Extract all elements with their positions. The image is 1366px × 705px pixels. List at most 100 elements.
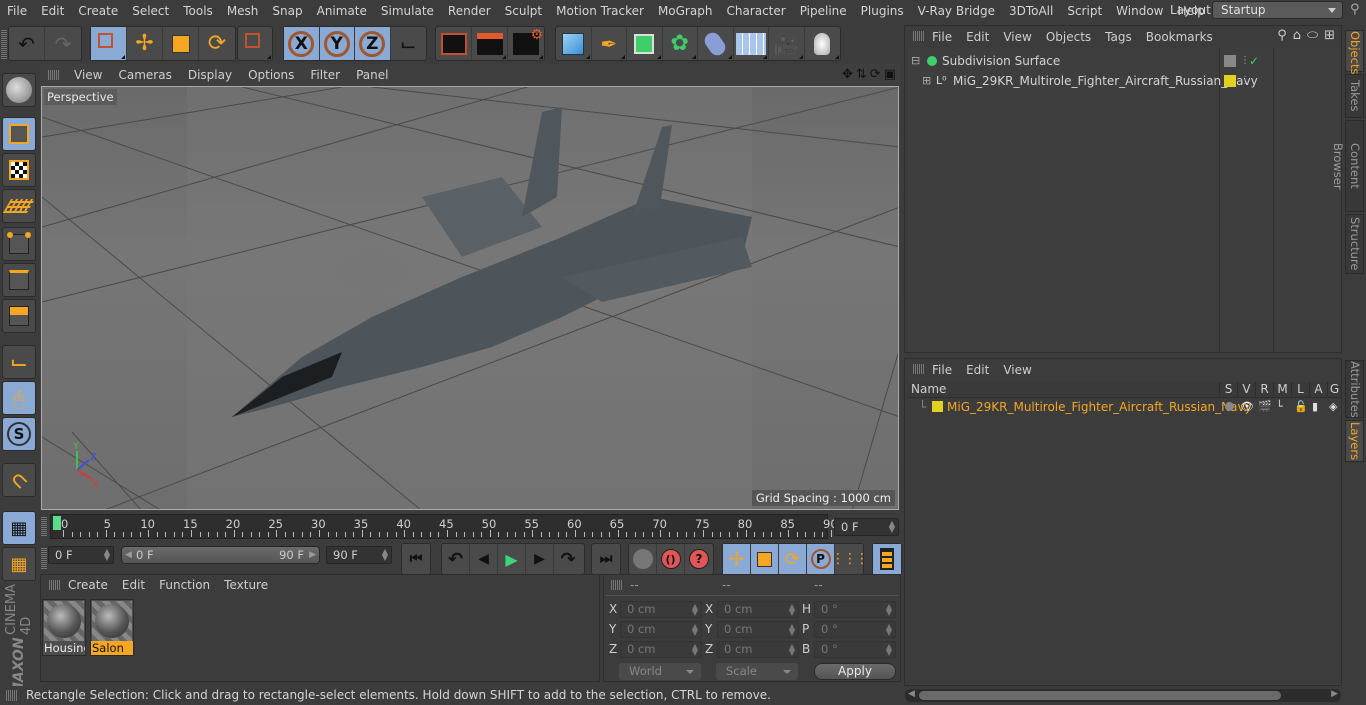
workplane-mode-button[interactable] xyxy=(2,189,36,223)
pos-x-field[interactable]: 0 cm ▲ ▼ xyxy=(620,601,702,618)
column-locked[interactable]: L xyxy=(1291,382,1309,398)
timeline-grip[interactable] xyxy=(41,516,47,536)
layer-name[interactable]: MiG_29KR_Multirole_Fighter_Aircraft_Russ… xyxy=(947,398,1252,416)
menu-select[interactable]: Select xyxy=(125,4,176,18)
tab-structure[interactable]: Structure xyxy=(1345,214,1364,274)
viewport-canvas[interactable]: Y Z X Perspective Grid Spacing : 1000 cm xyxy=(41,86,899,510)
subdivision-surface-button[interactable] xyxy=(627,27,663,60)
menu-create[interactable]: Create xyxy=(71,4,125,18)
playhead[interactable] xyxy=(53,516,61,530)
cube-button[interactable] xyxy=(556,27,592,60)
layer-menu-view[interactable]: View xyxy=(996,363,1038,377)
record-active-objects-button[interactable] xyxy=(629,544,657,574)
y-axis-lock-button[interactable]: Y xyxy=(319,27,355,60)
tab-takes[interactable]: Takes xyxy=(1345,74,1364,118)
animation-toggle-icon[interactable]: ▮ xyxy=(1312,398,1318,416)
menu-window[interactable]: Window xyxy=(1109,4,1170,18)
playback-grip[interactable] xyxy=(41,547,47,569)
material-salon[interactable]: Salon xyxy=(90,599,134,656)
viewport-menu-filter[interactable]: Filter xyxy=(302,68,348,82)
menu-character[interactable]: Character xyxy=(719,4,792,18)
object-menu-edit[interactable]: Edit xyxy=(959,30,996,44)
texture-mode-button[interactable] xyxy=(2,153,36,187)
object-filter-icon[interactable]: ⬭ xyxy=(1307,28,1318,43)
render-settings-button[interactable]: ⚙ xyxy=(508,27,544,60)
material-grip[interactable] xyxy=(49,580,61,590)
position-track-button[interactable]: ✢ xyxy=(723,544,751,574)
menu-3dtoall[interactable]: 3DToAll xyxy=(1002,4,1060,18)
layer-color-icon[interactable] xyxy=(1224,75,1236,87)
polygons-mode-button[interactable] xyxy=(2,299,36,333)
column-view[interactable]: V xyxy=(1237,382,1255,398)
menu-mograph[interactable]: MoGraph xyxy=(651,4,720,18)
menu-plugins[interactable]: Plugins xyxy=(854,4,911,18)
material-menu-texture[interactable]: Texture xyxy=(217,578,275,592)
viewport-menu-view[interactable]: View xyxy=(66,68,110,82)
frame-range-slider[interactable]: ◀ 0 F 90 F ▶ xyxy=(121,546,320,564)
viewport-menu-cameras[interactable]: Cameras xyxy=(110,68,179,82)
menu-render[interactable]: Render xyxy=(441,4,498,18)
tab-content-browser[interactable]: Content Browser xyxy=(1331,120,1364,212)
column-render[interactable]: R xyxy=(1255,382,1273,398)
column-solo[interactable]: S xyxy=(1219,382,1237,398)
column-manager[interactable]: M xyxy=(1273,382,1291,398)
object-menu-file[interactable]: File xyxy=(925,30,959,44)
previous-frame-button[interactable]: ◀ xyxy=(470,544,498,574)
timeline-button[interactable] xyxy=(873,544,901,574)
menu-simulate[interactable]: Simulate xyxy=(374,4,441,18)
viewport-grip[interactable] xyxy=(48,70,60,80)
object-home-icon[interactable]: ⌂ xyxy=(1293,28,1301,43)
object-grip[interactable] xyxy=(913,31,925,41)
menu-mesh[interactable]: Mesh xyxy=(220,4,266,18)
menu-animate[interactable]: Animate xyxy=(310,4,374,18)
menu-snap[interactable]: Snap xyxy=(265,4,309,18)
solo-mode-button[interactable]: S xyxy=(2,417,36,451)
viewport-menu-display[interactable]: Display xyxy=(180,68,240,82)
menu-file[interactable]: File xyxy=(0,4,34,18)
manager-toggle-icon[interactable]: └ xyxy=(1276,398,1283,416)
object-menu-objects[interactable]: Objects xyxy=(1039,30,1098,44)
camera-button[interactable]: 🎥 xyxy=(769,27,805,60)
material-menu-create[interactable]: Create xyxy=(61,578,115,592)
column-animation[interactable]: A xyxy=(1309,382,1327,398)
play-button[interactable]: ▶ xyxy=(498,544,526,574)
object-menu-bookmarks[interactable]: Bookmarks xyxy=(1139,30,1220,44)
object-row-mig29[interactable]: ⊞ L⁰ MiG_29KR_Multirole_Fighter_Aircraft… xyxy=(907,71,1341,91)
material-menu-edit[interactable]: Edit xyxy=(115,578,152,592)
scrollbar-thumb[interactable] xyxy=(919,691,1281,700)
menu-pipeline[interactable]: Pipeline xyxy=(793,4,854,18)
next-frame-button[interactable]: ▶ xyxy=(526,544,554,574)
solo-toggle-icon[interactable] xyxy=(1225,402,1234,411)
z-axis-lock-button[interactable]: Z xyxy=(355,27,391,60)
scroll-left-icon[interactable]: ◀ xyxy=(908,689,915,699)
coordinates-grip[interactable] xyxy=(611,580,623,590)
model-mode-button[interactable] xyxy=(2,117,36,151)
viewport-menu-options[interactable]: Options xyxy=(240,68,302,82)
next-key-button[interactable]: ↷ xyxy=(554,544,582,574)
rectangle-selection-button[interactable] xyxy=(91,27,127,60)
axis-mode-button[interactable]: ⌙ xyxy=(2,345,36,379)
camera-label[interactable]: Perspective xyxy=(44,89,117,105)
editor-visibility-icon[interactable] xyxy=(1224,55,1236,67)
size-z-field[interactable]: 0 cm ▲ ▼ xyxy=(717,641,799,658)
point-level-animation-button[interactable]: ⋮⋮⋮ xyxy=(831,544,869,574)
workplane-lock-button[interactable]: ▦ xyxy=(2,511,36,545)
transform-mode-select[interactable]: Scale xyxy=(716,663,798,680)
light-button[interactable] xyxy=(805,27,840,60)
size-y-field[interactable]: 0 cm ▲ ▼ xyxy=(717,621,799,638)
render-view-button[interactable] xyxy=(436,27,472,60)
pen-button[interactable]: ✒ xyxy=(592,27,627,60)
enabled-check-icon[interactable]: ✓ xyxy=(1249,51,1259,71)
object-row-subdivision-surface[interactable]: ⊟ Subdivision Surface ⋮ ✓ xyxy=(907,51,1341,71)
apply-button[interactable]: Apply xyxy=(814,663,896,680)
scale-track-button[interactable] xyxy=(751,544,779,574)
tab-objects[interactable]: Objects xyxy=(1345,30,1364,74)
previous-key-button[interactable]: ↶ xyxy=(442,544,470,574)
rot-b-field[interactable]: 0 ° ▲ ▼ xyxy=(814,641,896,658)
viewport-menu-panel[interactable]: Panel xyxy=(348,68,396,82)
end-frame-field[interactable]: 90 F ▲ ▼ xyxy=(326,546,392,564)
undo-button[interactable]: ↶ xyxy=(9,27,45,60)
viewport-pan-icon[interactable]: ✥ xyxy=(842,67,853,82)
viewport-maximize-icon[interactable]: ▣ xyxy=(884,67,896,82)
x-axis-lock-button[interactable]: X xyxy=(284,27,320,60)
